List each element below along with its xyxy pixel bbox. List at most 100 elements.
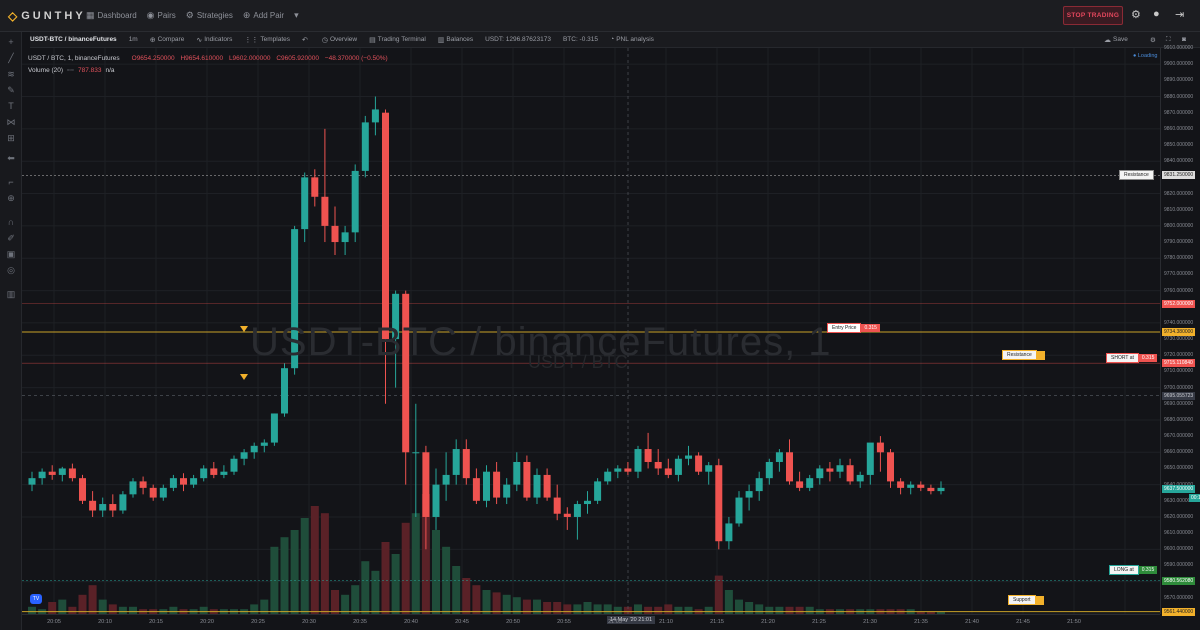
trash-icon[interactable]: ▥: [5, 288, 17, 300]
bar-countdown-tag: 00:12: [1189, 493, 1200, 502]
nav-dashboard-label: Dashboard: [97, 11, 137, 20]
brush-tool-icon[interactable]: ✎: [5, 84, 17, 96]
support-label[interactable]: Support: [1008, 595, 1044, 605]
candle-body: [331, 225, 339, 243]
volume-na: n/a: [105, 66, 115, 74]
resistance-handle[interactable]: [1036, 350, 1045, 360]
trading-terminal-button[interactable]: ▤ Trading Terminal: [369, 36, 426, 44]
user-icon[interactable]: ●: [1153, 8, 1160, 20]
long-label[interactable]: LONG at 0.315: [1109, 565, 1158, 575]
visibility-eye-icon[interactable]: ◎: [5, 264, 17, 276]
lock-icon[interactable]: ▣: [5, 248, 17, 260]
candle-body: [897, 481, 905, 488]
candle-body: [644, 449, 652, 462]
overview-label: Overview: [330, 36, 358, 43]
price-tick-label: 9610.000000: [1164, 530, 1194, 537]
nav-more[interactable]: ▾: [294, 10, 302, 21]
buy-marker-icon: [240, 326, 248, 332]
snapshot-icon[interactable]: ◙: [1182, 36, 1186, 43]
volume-bar: [199, 606, 208, 614]
long-name: LONG at: [1109, 565, 1139, 575]
interval-selector[interactable]: 1m: [129, 36, 138, 43]
entry-price-name: Entry Price: [827, 323, 862, 333]
symbol-search[interactable]: USDT-BTC / binanceFutures: [30, 36, 117, 43]
volume-bar: [381, 542, 390, 614]
time-tick-label: 21:50: [1067, 619, 1081, 625]
volume-bar: [78, 594, 87, 614]
undo-button[interactable]: ↶: [302, 36, 310, 44]
volume-label[interactable]: Volume (20): [28, 67, 63, 74]
volume-bar: [118, 606, 127, 614]
gear-icon[interactable]: ⚙: [1131, 8, 1141, 21]
volume-bar: [543, 602, 552, 614]
candle-body: [402, 293, 410, 453]
volume-settings-icon[interactable]: ▫▫▫: [67, 67, 74, 74]
time-tick-label: 20:40: [404, 619, 418, 625]
short-label[interactable]: SHORT at 0.315: [1106, 353, 1158, 363]
gunthy-logo[interactable]: ◇ GUNTHY: [8, 9, 86, 23]
trend-line-tool-icon[interactable]: ╱: [5, 52, 17, 64]
back-arrow-icon[interactable]: ⬅: [5, 152, 17, 164]
price-tick-label: 9670.000000: [1164, 433, 1194, 440]
legend-high: H9654.610000: [180, 54, 224, 62]
candle-body: [281, 368, 288, 414]
candle-body: [149, 487, 157, 498]
legend-title[interactable]: USDT / BTC, 1, binanceFutures: [28, 55, 120, 62]
magnet-icon[interactable]: ∩: [5, 216, 17, 228]
tradingview-logo-icon[interactable]: TV: [30, 594, 42, 604]
overview-button[interactable]: ◷ Overview: [322, 36, 357, 44]
volume-bar: [785, 606, 794, 614]
candle-body: [523, 461, 531, 498]
nav-add-pair[interactable]: ⊕ Add Pair: [243, 10, 284, 21]
fib-tool-icon[interactable]: ≋: [5, 68, 17, 80]
nav-dashboard[interactable]: ▦ Dashboard: [86, 10, 137, 21]
zoom-in-icon[interactable]: ⊕: [5, 192, 17, 204]
price-tick-label: 9790.000000: [1164, 239, 1194, 246]
price-tick-label: 9680.000000: [1164, 416, 1194, 423]
time-tick-label: 20:15: [149, 619, 163, 625]
resistance-label[interactable]: Resistance: [1002, 350, 1045, 360]
compare-label: Compare: [157, 36, 185, 43]
ruler-tool-icon[interactable]: ⌐: [5, 176, 17, 188]
drawing-mode-icon[interactable]: ✐: [5, 232, 17, 244]
templates-button[interactable]: ⋮⋮ Templates: [244, 36, 290, 44]
fullscreen-icon[interactable]: ⛶: [1166, 36, 1171, 44]
volume-bar: [432, 530, 440, 614]
time-tick-label: 21:30: [863, 619, 877, 625]
candle-body: [765, 461, 773, 479]
nav-strategies[interactable]: ⚙ Strategies: [186, 10, 233, 21]
time-axis[interactable]: 14 May '20 21:01 20:05 20:10 20:15 20:20 20:…: [22, 614, 1160, 630]
save-button[interactable]: ☁ Save: [1104, 36, 1128, 44]
entry-price-label[interactable]: Entry Price 0.315: [827, 323, 880, 333]
compare-button[interactable]: ⊕ Compare: [150, 36, 185, 44]
volume-bar: [48, 602, 57, 614]
pnl-analysis-button[interactable]: ◔ PNL analysis: [610, 36, 654, 43]
forecast-tool-icon[interactable]: ⊞: [5, 132, 17, 144]
time-tick-label: 21:05: [608, 619, 622, 625]
legend-low: L9602.000000: [228, 54, 271, 62]
price-axis[interactable]: 9560.0000009570.0000009580.0000009590.00…: [1160, 45, 1200, 617]
logout-icon[interactable]: ⇥: [1175, 8, 1184, 21]
balances-button[interactable]: ▥ Balances: [438, 36, 473, 44]
chart-settings-icon[interactable]: ⚙: [1150, 36, 1156, 44]
candle-body: [230, 458, 238, 472]
resistance-name: Resistance: [1002, 350, 1037, 360]
support-handle[interactable]: [1035, 595, 1044, 605]
nav-pairs[interactable]: ◉ Pairs: [147, 10, 176, 21]
indicators-button[interactable]: ∿ Indicators: [196, 36, 232, 44]
stop-trading-button[interactable]: STOP TRADING: [1063, 6, 1123, 25]
legend-volume-row: Volume (20) ▫▫▫ 787.833 n/a: [28, 64, 392, 76]
crosshair-tool-icon[interactable]: +: [5, 36, 17, 48]
resistance-upper-label[interactable]: Resistance: [1119, 170, 1154, 180]
volume-bar: [492, 592, 501, 614]
candle-body: [432, 484, 440, 517]
pnl-icon: ◔: [609, 36, 615, 43]
volume-value: 787.833: [77, 66, 102, 74]
price-line-tag: 9752.000000: [1162, 299, 1196, 308]
pattern-tool-icon[interactable]: ⋈: [5, 116, 17, 128]
templates-icon: ⋮⋮: [244, 36, 259, 44]
strategies-icon: ⚙: [185, 10, 194, 20]
chart-toolbar: USDT-BTC / binanceFutures 1m ⊕ Compare ∿ I…: [30, 32, 1200, 48]
text-tool-icon[interactable]: T: [5, 100, 17, 112]
loading-indicator: ● Loading: [1133, 53, 1158, 59]
